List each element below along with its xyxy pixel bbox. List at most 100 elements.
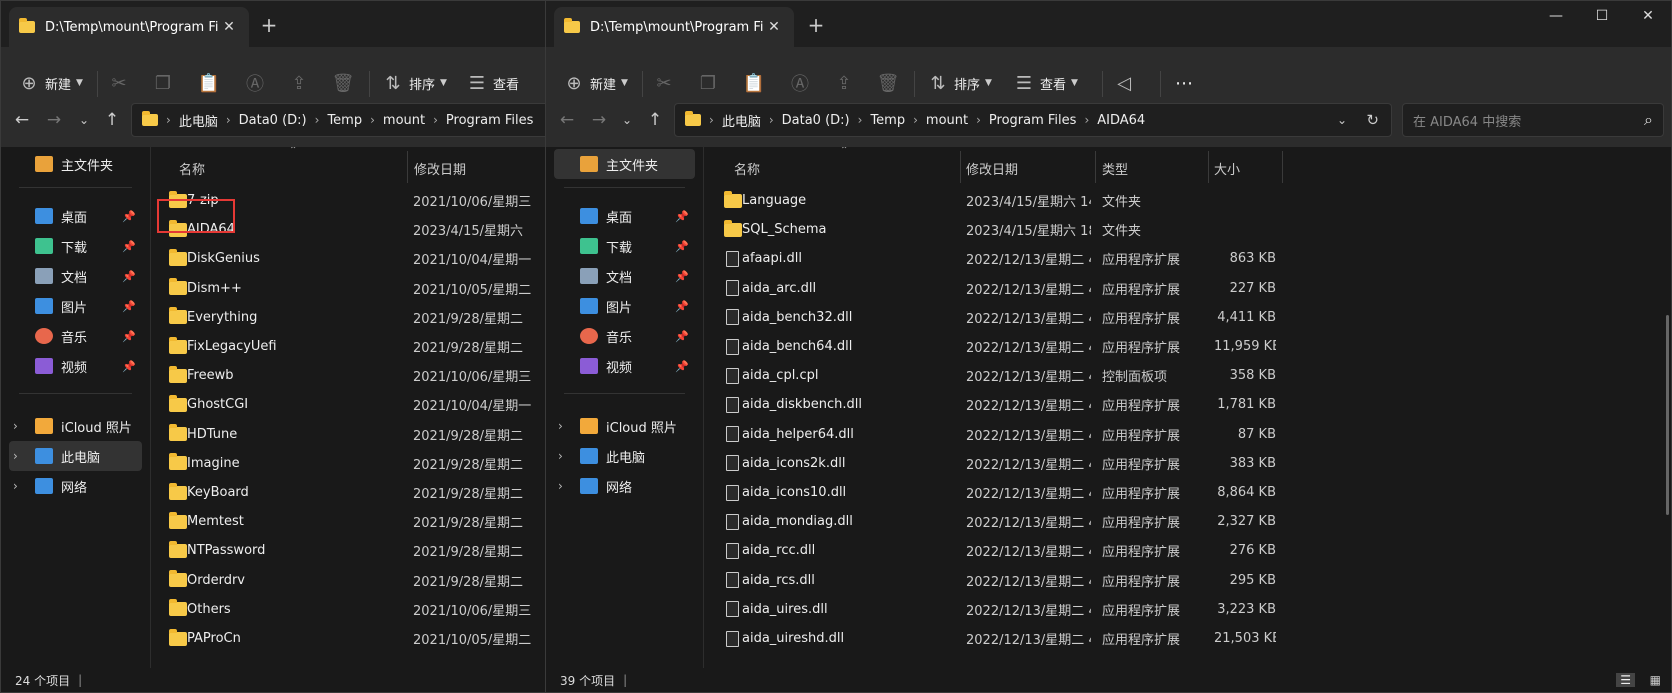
address-bar[interactable]: › 此电脑 › Data0 (D:) › Temp › mount › Program … bbox=[131, 103, 559, 137]
tab-program-files[interactable]: D:\Temp\mount\Program Files ✕ bbox=[9, 7, 249, 47]
table-row[interactable]: HDTune 2021/9/28/星期二 bbox=[157, 419, 559, 450]
breadcrumb-mount[interactable]: mount bbox=[383, 113, 425, 128]
pin-icon[interactable]: 📌 bbox=[122, 330, 136, 343]
new-tab-button[interactable]: + bbox=[255, 11, 283, 39]
sidebar-item-desktop[interactable]: 桌面 📌 bbox=[9, 201, 142, 231]
table-row[interactable]: 7-zip 2021/10/06/星期三 bbox=[157, 185, 559, 216]
new-tab-button[interactable]: + bbox=[802, 11, 830, 39]
breadcrumb-this-pc[interactable]: 此电脑 bbox=[179, 111, 218, 130]
rename-button[interactable]: Ⓐ bbox=[243, 67, 267, 99]
view-button[interactable]: ☰ 查看 ▼ bbox=[1012, 67, 1078, 99]
paste-button[interactable]: 📋 bbox=[197, 67, 221, 99]
table-row[interactable]: aida_uireshd.dll 2022/12/13/星期二 4:... 应用程序… bbox=[706, 623, 1671, 654]
back-button[interactable]: ← bbox=[552, 105, 582, 135]
breadcrumb-drive[interactable]: Data0 (D:) bbox=[782, 113, 850, 128]
chevron-right-icon[interactable]: › bbox=[558, 449, 563, 463]
breadcrumb-program-files[interactable]: Program Files bbox=[989, 113, 1077, 128]
address-bar[interactable]: › 此电脑 › Data0 (D:) › Temp › mount › Program … bbox=[674, 103, 1392, 137]
breadcrumb-drive[interactable]: Data0 (D:) bbox=[239, 113, 307, 128]
sidebar-item-network[interactable]: › 网络 bbox=[554, 471, 695, 501]
table-row[interactable]: aida_diskbench.dll 2022/12/13/星期二 4:... 应用… bbox=[706, 389, 1671, 420]
column-date[interactable]: 修改日期 bbox=[414, 159, 466, 178]
breadcrumb-program-files[interactable]: Program Files bbox=[446, 113, 534, 128]
pin-icon[interactable]: 📌 bbox=[675, 210, 689, 223]
sidebar-item-videos[interactable]: 视频 📌 bbox=[554, 351, 695, 381]
pin-icon[interactable]: 📌 bbox=[122, 210, 136, 223]
sidebar-item-downloads[interactable]: 下载 📌 bbox=[9, 231, 142, 261]
table-row[interactable]: Language 2023/4/15/星期六 14:... 文件夹 bbox=[706, 185, 1671, 216]
table-row[interactable]: NTPassword 2021/9/28/星期二 bbox=[157, 535, 559, 566]
refresh-icon[interactable]: ↻ bbox=[1366, 111, 1379, 129]
close-tab-icon[interactable]: ✕ bbox=[764, 19, 784, 35]
new-button[interactable]: ⊕ 新建 ▼ bbox=[562, 67, 627, 99]
delete-button[interactable]: 🗑 bbox=[331, 67, 355, 99]
table-row[interactable]: aida_bench32.dll 2022/12/13/星期二 4:... 应用程序… bbox=[706, 302, 1671, 333]
recent-button[interactable]: ⌄ bbox=[612, 105, 642, 135]
pin-icon[interactable]: 📌 bbox=[675, 240, 689, 253]
table-row[interactable]: aida_icons10.dll 2022/12/13/星期二 4:... 应用程序… bbox=[706, 477, 1671, 508]
filter-button[interactable]: ◁ bbox=[1112, 67, 1136, 99]
sidebar-item-pictures[interactable]: 图片 📌 bbox=[9, 291, 142, 321]
breadcrumb-temp[interactable]: Temp bbox=[870, 113, 905, 128]
table-row[interactable]: DiskGenius 2021/10/04/星期一 bbox=[157, 243, 559, 274]
sidebar-item-videos[interactable]: 视频 📌 bbox=[9, 351, 142, 381]
copy-button[interactable]: ❐ bbox=[151, 67, 175, 99]
column-date[interactable]: 修改日期 bbox=[966, 159, 1018, 178]
column-name[interactable]: 名称 bbox=[734, 159, 760, 178]
pin-icon[interactable]: 📌 bbox=[675, 300, 689, 313]
sidebar-item-network[interactable]: › 网络 bbox=[9, 471, 142, 501]
column-divider[interactable] bbox=[1282, 151, 1283, 183]
column-size[interactable]: 大小 bbox=[1214, 159, 1240, 178]
table-row[interactable]: Others 2021/10/06/星期三 bbox=[157, 594, 559, 625]
table-row[interactable]: aida_icons2k.dll 2022/12/13/星期二 4:... 应用程序… bbox=[706, 448, 1671, 479]
sidebar-item-home[interactable]: 主文件夹 bbox=[9, 149, 142, 179]
more-options-button[interactable]: ⋯ bbox=[1172, 67, 1196, 99]
maximize-button[interactable]: ☐ bbox=[1579, 1, 1625, 31]
up-button[interactable]: ↑ bbox=[640, 105, 670, 135]
search-box[interactable]: 在 AIDA64 中搜索 ⌕ bbox=[1402, 103, 1664, 137]
table-row[interactable]: aida_bench64.dll 2022/12/13/星期二 4:... 应用程序… bbox=[706, 331, 1671, 362]
table-row[interactable]: aida_cpl.cpl 2022/12/13/星期二 4:... 控制面板项 358… bbox=[706, 360, 1671, 391]
pin-icon[interactable]: 📌 bbox=[675, 330, 689, 343]
paste-button[interactable]: 📋 bbox=[742, 67, 766, 99]
view-button[interactable]: ☰ 查看 bbox=[465, 67, 519, 99]
table-row[interactable]: Everything 2021/9/28/星期二 bbox=[157, 302, 559, 333]
pin-icon[interactable]: 📌 bbox=[122, 240, 136, 253]
column-type[interactable]: 类型 bbox=[1102, 159, 1128, 178]
column-name[interactable]: 名称 bbox=[179, 159, 205, 178]
close-window-button[interactable]: ✕ bbox=[1625, 1, 1671, 31]
breadcrumb-this-pc[interactable]: 此电脑 bbox=[722, 111, 761, 130]
chevron-right-icon[interactable]: › bbox=[13, 419, 18, 433]
table-row[interactable]: afaapi.dll 2022/12/13/星期二 4:... 应用程序扩展 863 … bbox=[706, 243, 1671, 274]
sidebar-item-home[interactable]: 主文件夹 bbox=[554, 149, 695, 179]
chevron-right-icon[interactable]: › bbox=[558, 479, 563, 493]
table-row[interactable]: FixLegacyUefi 2021/9/28/星期二 bbox=[157, 331, 559, 362]
pin-icon[interactable]: 📌 bbox=[675, 360, 689, 373]
table-row[interactable]: aida_uires.dll 2022/12/13/星期二 4:... 应用程序扩展… bbox=[706, 594, 1671, 625]
column-divider[interactable] bbox=[960, 151, 961, 183]
close-tab-icon[interactable]: ✕ bbox=[219, 19, 239, 35]
table-row[interactable]: PAProCn 2021/10/05/星期二 bbox=[157, 623, 559, 654]
copy-button[interactable]: ❐ bbox=[696, 67, 720, 99]
sort-button[interactable]: ⇅ 排序 ▼ bbox=[926, 67, 991, 99]
column-divider[interactable] bbox=[1208, 151, 1209, 183]
breadcrumb-aida64[interactable]: AIDA64 bbox=[1097, 113, 1145, 128]
sidebar-item-this-pc[interactable]: › 此电脑 bbox=[9, 441, 142, 471]
rename-button[interactable]: Ⓐ bbox=[788, 67, 812, 99]
table-row[interactable]: aida_rcs.dll 2022/12/13/星期二 4:... 应用程序扩展 29… bbox=[706, 565, 1671, 596]
search-icon[interactable]: ⌕ bbox=[1644, 110, 1653, 130]
forward-button[interactable]: → bbox=[39, 105, 69, 135]
table-row[interactable]: GhostCGI 2021/10/04/星期一 bbox=[157, 389, 559, 420]
table-row[interactable]: aida_arc.dll 2022/12/13/星期二 4:... 应用程序扩展 22… bbox=[706, 273, 1671, 304]
sidebar-item-this-pc[interactable]: › 此电脑 bbox=[554, 441, 695, 471]
delete-button[interactable]: 🗑 bbox=[876, 67, 900, 99]
details-view-icon[interactable]: ☰ bbox=[1616, 673, 1635, 687]
chevron-right-icon[interactable]: › bbox=[13, 479, 18, 493]
share-button[interactable]: ⇪ bbox=[287, 67, 311, 99]
table-row[interactable]: aida_rcc.dll 2022/12/13/星期二 4:... 应用程序扩展 27… bbox=[706, 535, 1671, 566]
chevron-right-icon[interactable]: › bbox=[558, 419, 563, 433]
table-row[interactable]: KeyBoard 2021/9/28/星期二 bbox=[157, 477, 559, 508]
pin-icon[interactable]: 📌 bbox=[122, 360, 136, 373]
table-row[interactable]: Memtest 2021/9/28/星期二 bbox=[157, 506, 559, 537]
sidebar-item-music[interactable]: 音乐 📌 bbox=[9, 321, 142, 351]
